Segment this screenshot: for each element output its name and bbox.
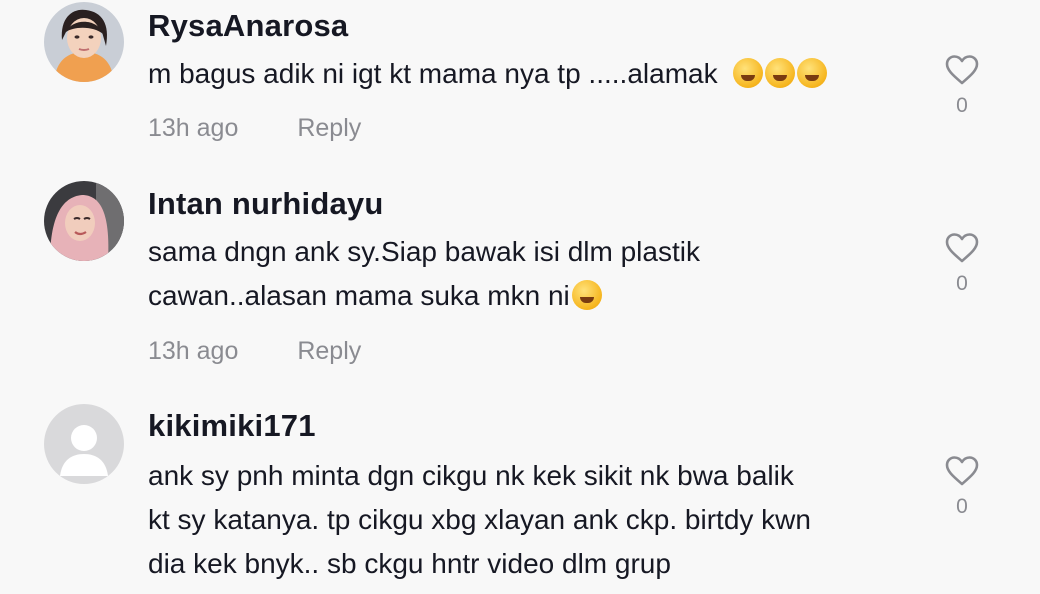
comment-text: ank sy pnh minta dgn cikgu nk kek sikit …	[148, 454, 811, 586]
comment-timestamp: 13h ago	[148, 114, 239, 142]
comment-text-line: m bagus adik ni igt kt mama nya tp .....…	[148, 58, 718, 89]
joy-emoji-icon	[571, 280, 602, 310]
comment-username[interactable]: kikimiki171	[148, 408, 316, 444]
comment-text-line-wrap: cawan..alasan mama suka mkn ni	[148, 274, 700, 318]
comment-text: m bagus adik ni igt kt mama nya tp .....…	[148, 52, 828, 96]
like-count: 0	[956, 94, 968, 117]
woman-photo-avatar-icon	[44, 2, 124, 82]
like-count: 0	[956, 272, 968, 295]
like-button[interactable]: 0	[942, 232, 982, 296]
rofl-emoji-icon	[765, 58, 796, 88]
comment-meta: 13h ago Reply	[148, 337, 361, 366]
comment-meta: 13h ago Reply	[148, 114, 361, 143]
comment-item: Intan nurhidayu sama dngn ank sy.Siap ba…	[0, 178, 1040, 388]
user-avatar[interactable]	[44, 2, 124, 82]
heart-icon	[945, 456, 979, 486]
comment-text-line: sama dngn ank sy.Siap bawak isi dlm plas…	[148, 236, 700, 267]
reply-button[interactable]: Reply	[297, 337, 361, 365]
comment-username[interactable]: RysaAnarosa	[148, 8, 348, 44]
heart-icon	[945, 233, 979, 263]
comment-item: kikimiki171 ank sy pnh minta dgn cikgu n…	[0, 400, 1040, 594]
comment-text-line: cawan..alasan mama suka mkn ni	[148, 280, 570, 311]
comment-text: sama dngn ank sy.Siap bawak isi dlm plas…	[148, 230, 700, 318]
comment-item: RysaAnarosa m bagus adik ni igt kt mama …	[0, 0, 1040, 170]
rofl-emoji-icon	[733, 58, 764, 88]
comment-text-line: ank sy pnh minta dgn cikgu nk kek sikit …	[148, 460, 794, 491]
reply-button[interactable]: Reply	[297, 114, 361, 142]
comment-username[interactable]: Intan nurhidayu	[148, 186, 384, 222]
default-avatar-icon	[44, 404, 124, 484]
comment-timestamp: 13h ago	[148, 337, 239, 365]
like-button[interactable]: 0	[942, 455, 982, 519]
like-count: 0	[956, 495, 968, 518]
heart-icon	[945, 55, 979, 85]
comment-text-line: kt sy katanya. tp cikgu xbg xlayan ank c…	[148, 504, 811, 535]
user-avatar[interactable]	[44, 181, 124, 261]
user-avatar[interactable]	[44, 404, 124, 484]
hijab-woman-photo-avatar-icon	[44, 181, 124, 261]
like-button[interactable]: 0	[942, 54, 982, 118]
comment-text-line: dia kek bnyk.. sb ckgu hntr video dlm gr…	[148, 548, 671, 579]
hand-over-mouth-emoji-icon	[797, 58, 828, 88]
